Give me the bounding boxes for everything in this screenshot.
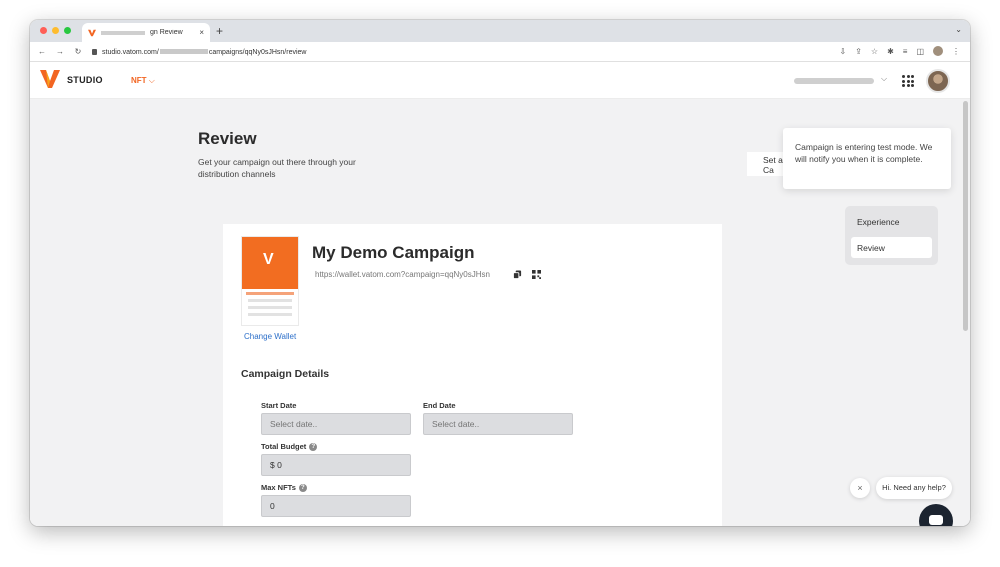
help-icon[interactable]: ? [298,483,307,492]
max-nfts-label: Max NFTs ? [261,483,307,492]
user-name-redacted[interactable] [794,78,874,84]
copy-icon[interactable] [513,270,522,279]
wallet-preview-line [248,313,292,316]
end-date-input[interactable] [423,413,573,435]
close-help-icon[interactable]: × [850,478,870,498]
avatar[interactable] [926,69,950,93]
share-icon[interactable]: ⇪ [855,47,862,56]
minimize-window-button[interactable] [52,27,59,34]
page-subtitle: Get your campaign out there through your… [198,157,356,179]
max-nfts-label-text: Max NFTs [261,483,296,492]
main-content: Review Get your campaign out there throu… [30,99,970,526]
total-budget-input[interactable]: $ 0 [261,454,411,476]
end-date-label: End Date [423,401,456,410]
campaign-card: V Change Wallet My Demo Campaign https:/… [223,224,722,526]
start-date-label: Start Date [261,401,297,410]
scrollbar[interactable] [963,101,968,331]
wallet-preview-header: V [242,237,298,289]
lock-icon [92,49,97,55]
step-review[interactable]: Review [851,237,932,258]
test-mode-toast: Campaign is entering test mode. We will … [783,128,951,189]
chat-icon [929,515,943,525]
wallet-preview-bar [246,292,294,295]
browser-toolbar: ← → ↻ studio.vatom.com/campaigns/qqNy0sJ… [30,42,970,62]
wallet-preview-line [248,299,292,302]
close-window-button[interactable] [40,27,47,34]
maximize-window-button[interactable] [64,27,71,34]
page-title: Review [198,129,257,148]
wallet-preview-thumbnail[interactable]: V [241,236,299,326]
step-experience[interactable]: Experience [851,211,932,232]
user-chevron-down-icon[interactable]: ⌵ [881,74,887,84]
nft-menu[interactable]: NFT ⌵ [131,76,155,86]
qr-code-icon[interactable] [532,270,541,279]
browser-menu-icon[interactable]: ⋮ [952,47,960,56]
max-nfts-input[interactable]: 0 [261,495,411,517]
profile-icon[interactable] [933,46,943,56]
back-arrow-icon[interactable]: ← [36,47,48,56]
brand-label: STUDIO [67,75,103,85]
campaign-title: My Demo Campaign [312,243,475,262]
browser-window: gn Review × + ⌄ ← → ↻ studio.vatom.com/c… [30,20,970,526]
wallet-preview-line [248,306,292,309]
total-budget-label: Total Budget ? [261,442,318,451]
campaign-details-heading: Campaign Details [241,368,330,380]
reload-icon[interactable]: ↻ [72,47,84,56]
campaign-url: https://wallet.vatom.com?campaign=qqNy0s… [315,270,490,279]
help-icon[interactable]: ? [309,442,318,451]
window-controls [40,27,71,34]
address-bar[interactable]: studio.vatom.com/campaigns/qqNy0sJHsn/re… [92,45,810,59]
apps-grid-icon[interactable] [902,75,914,87]
toolbar-icons: ⇩ ⇪ ☆ ✱ ≡ ◫ ⋮ [839,46,960,56]
help-bubble[interactable]: Hi. Need any help? [876,477,952,499]
app-header: STUDIO NFT ⌵ ⌵ [30,62,970,99]
reading-list-icon[interactable]: ≡ [903,47,908,56]
start-date-input[interactable] [261,413,411,435]
vatom-logo-icon[interactable] [40,70,60,88]
url-text: studio.vatom.com/campaigns/qqNy0sJHsn/re… [102,48,307,56]
side-panel-icon[interactable]: ◫ [916,47,924,56]
tab-search-chevron-icon[interactable]: ⌄ [955,25,962,34]
chevron-down-icon: ⌵ [148,76,155,85]
tab-close-icon[interactable]: × [199,28,204,37]
install-app-icon[interactable]: ⇩ [839,47,846,56]
chat-launcher-button[interactable] [919,504,953,526]
forward-arrow-icon[interactable]: → [54,47,66,56]
tab-title: gn Review [150,29,183,36]
new-tab-button[interactable]: + [216,23,223,39]
steps-nav: Experience Review [845,206,938,265]
wallet-logo-icon: V [263,251,274,268]
vatom-favicon-icon [88,29,96,36]
total-budget-label-text: Total Budget [261,442,307,451]
change-wallet-link[interactable]: Change Wallet [244,332,296,341]
tab-strip: gn Review × + ⌄ [30,20,970,42]
tab-title-blur [101,30,145,35]
bookmark-star-icon[interactable]: ☆ [871,47,878,56]
browser-tab[interactable]: gn Review × [82,23,210,42]
extensions-puzzle-icon[interactable]: ✱ [887,47,894,56]
